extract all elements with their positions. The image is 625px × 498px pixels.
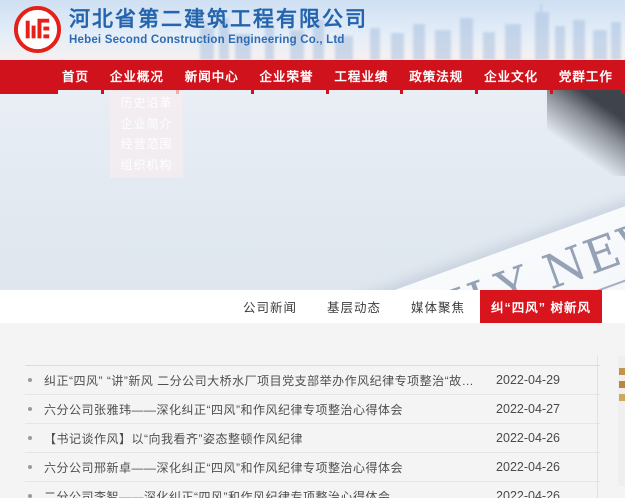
subnav-tabs: 公司新闻 基层动态 媒体聚焦 纠“四风” 树新风 [0,290,625,323]
nav-item[interactable]: 企业概况 [110,66,164,85]
nav-item-label: 新闻中心 [185,70,239,84]
nav-item[interactable]: 新闻中心 [185,66,239,85]
nav-item-label: 企业概况 [110,70,164,84]
news-date: 2022-04-26 [484,460,600,474]
subnav-tab[interactable]: 纠“四风” 树新风 [480,290,602,323]
page: 河北省第二建筑工程有限公司 Hebei Second Construction … [0,0,625,498]
nav-item-label: 政策法规 [409,70,463,84]
subnav-tab[interactable]: 基层动态 [312,290,396,323]
news-area: 纠正“四风” “讲”新风 二分公司大桥水厂项目党支部举办作风纪律专项整治“故事会… [0,365,625,498]
news-title-link[interactable]: 纠正“四风” “讲”新风 二分公司大桥水厂项目党支部举办作风纪律专项整治“故事会… [44,372,484,389]
bullet-icon [28,407,32,411]
subnav-tab-label: 媒体聚焦 [411,297,465,316]
floating-widget-cutoff[interactable] [618,356,625,486]
widget-fragment-icon [619,394,625,401]
nav-item[interactable]: 首页 [62,66,89,85]
site-header: 河北省第二建筑工程有限公司 Hebei Second Construction … [0,0,625,60]
news-date: 2022-04-26 [484,431,600,445]
news-date: 2022-04-26 [484,489,600,498]
widget-fragment-icon [619,381,625,388]
news-title-link[interactable]: 六分公司邢新卓——深化纠正“四风”和作风纪律专项整治心得体会 [44,459,484,476]
company-name-en: Hebei Second Construction Engineering Co… [69,34,368,46]
dropdown-item[interactable]: 历史沿革 [110,93,183,114]
company-name: 河北省第二建筑工程有限公司 [69,7,368,33]
headline-daily-news: DAILY NEWS [371,193,625,290]
banner-newspaper-image: World DAILY NEWS on Set for This Week 历史… [0,90,625,290]
nav-item[interactable]: 政策法规 [409,66,463,85]
bullet-icon [28,436,32,440]
nav-item-label: 首页 [62,70,89,84]
dropdown-item[interactable]: 企业简介 [110,114,183,135]
nav-item[interactable]: 党群工作 [559,66,613,85]
news-row[interactable]: 六分公司张雅玮——深化纠正“四风”和作风纪律专项整治心得体会 2022-04-2… [25,395,600,424]
news-date: 2022-04-29 [484,373,600,387]
widget-fragment-icon [619,368,625,375]
news-row[interactable]: 二分公司李智——深化纠正“四风”和作风纪律专项整治心得体会 2022-04-26 [25,482,600,498]
news-date: 2022-04-27 [484,402,600,416]
nav-item[interactable]: 工程业绩 [334,66,388,85]
subnav-tab-label: 基层动态 [327,297,381,316]
subnav-tab-label: 纠“四风” 树新风 [491,297,591,316]
nav-item-label: 企业荣誉 [260,70,314,84]
banner-dark-corner [547,90,625,176]
bullet-icon [28,494,32,498]
news-title-link[interactable]: 二分公司李智——深化纠正“四风”和作风纪律专项整治心得体会 [44,488,484,498]
main-nav: 首页 企业概况 新闻中心 企业荣誉 工程业绩 政策法规 企业文化 党群工作 [0,60,625,90]
nav-item-label: 工程业绩 [334,70,388,84]
news-row[interactable]: 纠正“四风” “讲”新风 二分公司大桥水厂项目党支部举办作风纪律专项整治“故事会… [25,366,600,395]
subnav-tab[interactable]: 公司新闻 [228,290,312,323]
nav-item[interactable]: 企业荣誉 [260,66,314,85]
nav-dropdown-ghost: 历史沿革 企业简介 经营范围 组织机构 [110,90,183,178]
company-logo-icon[interactable] [13,5,62,54]
subnav-tab-label: 公司新闻 [243,297,297,316]
nav-strip-decoration [0,90,58,94]
news-row[interactable]: 【书记谈作风】以“向我看齐”姿态整顿作风纪律 2022-04-26 [25,424,600,453]
news-row[interactable]: 六分公司邢新卓——深化纠正“四风”和作风纪律专项整治心得体会 2022-04-2… [25,453,600,482]
bullet-icon [28,378,32,382]
content-edge-line [597,356,598,498]
news-title-link[interactable]: 六分公司张雅玮——深化纠正“四风”和作风纪律专项整治心得体会 [44,401,484,418]
nav-item[interactable]: 企业文化 [484,66,538,85]
dropdown-item[interactable]: 组织机构 [110,155,183,176]
subnav-tab[interactable]: 媒体聚焦 [396,290,480,323]
news-list: 纠正“四风” “讲”新风 二分公司大桥水厂项目党支部举办作风纪律专项整治“故事会… [25,365,600,498]
dropdown-item[interactable]: 经营范围 [110,134,183,155]
nav-item-label: 企业文化 [484,70,538,84]
bullet-icon [28,465,32,469]
main-nav-list: 首页 企业概况 新闻中心 企业荣誉 工程业绩 政策法规 企业文化 党群工作 [62,60,613,90]
nav-item-label: 党群工作 [559,70,613,84]
news-title-link[interactable]: 【书记谈作风】以“向我看齐”姿态整顿作风纪律 [44,430,484,447]
